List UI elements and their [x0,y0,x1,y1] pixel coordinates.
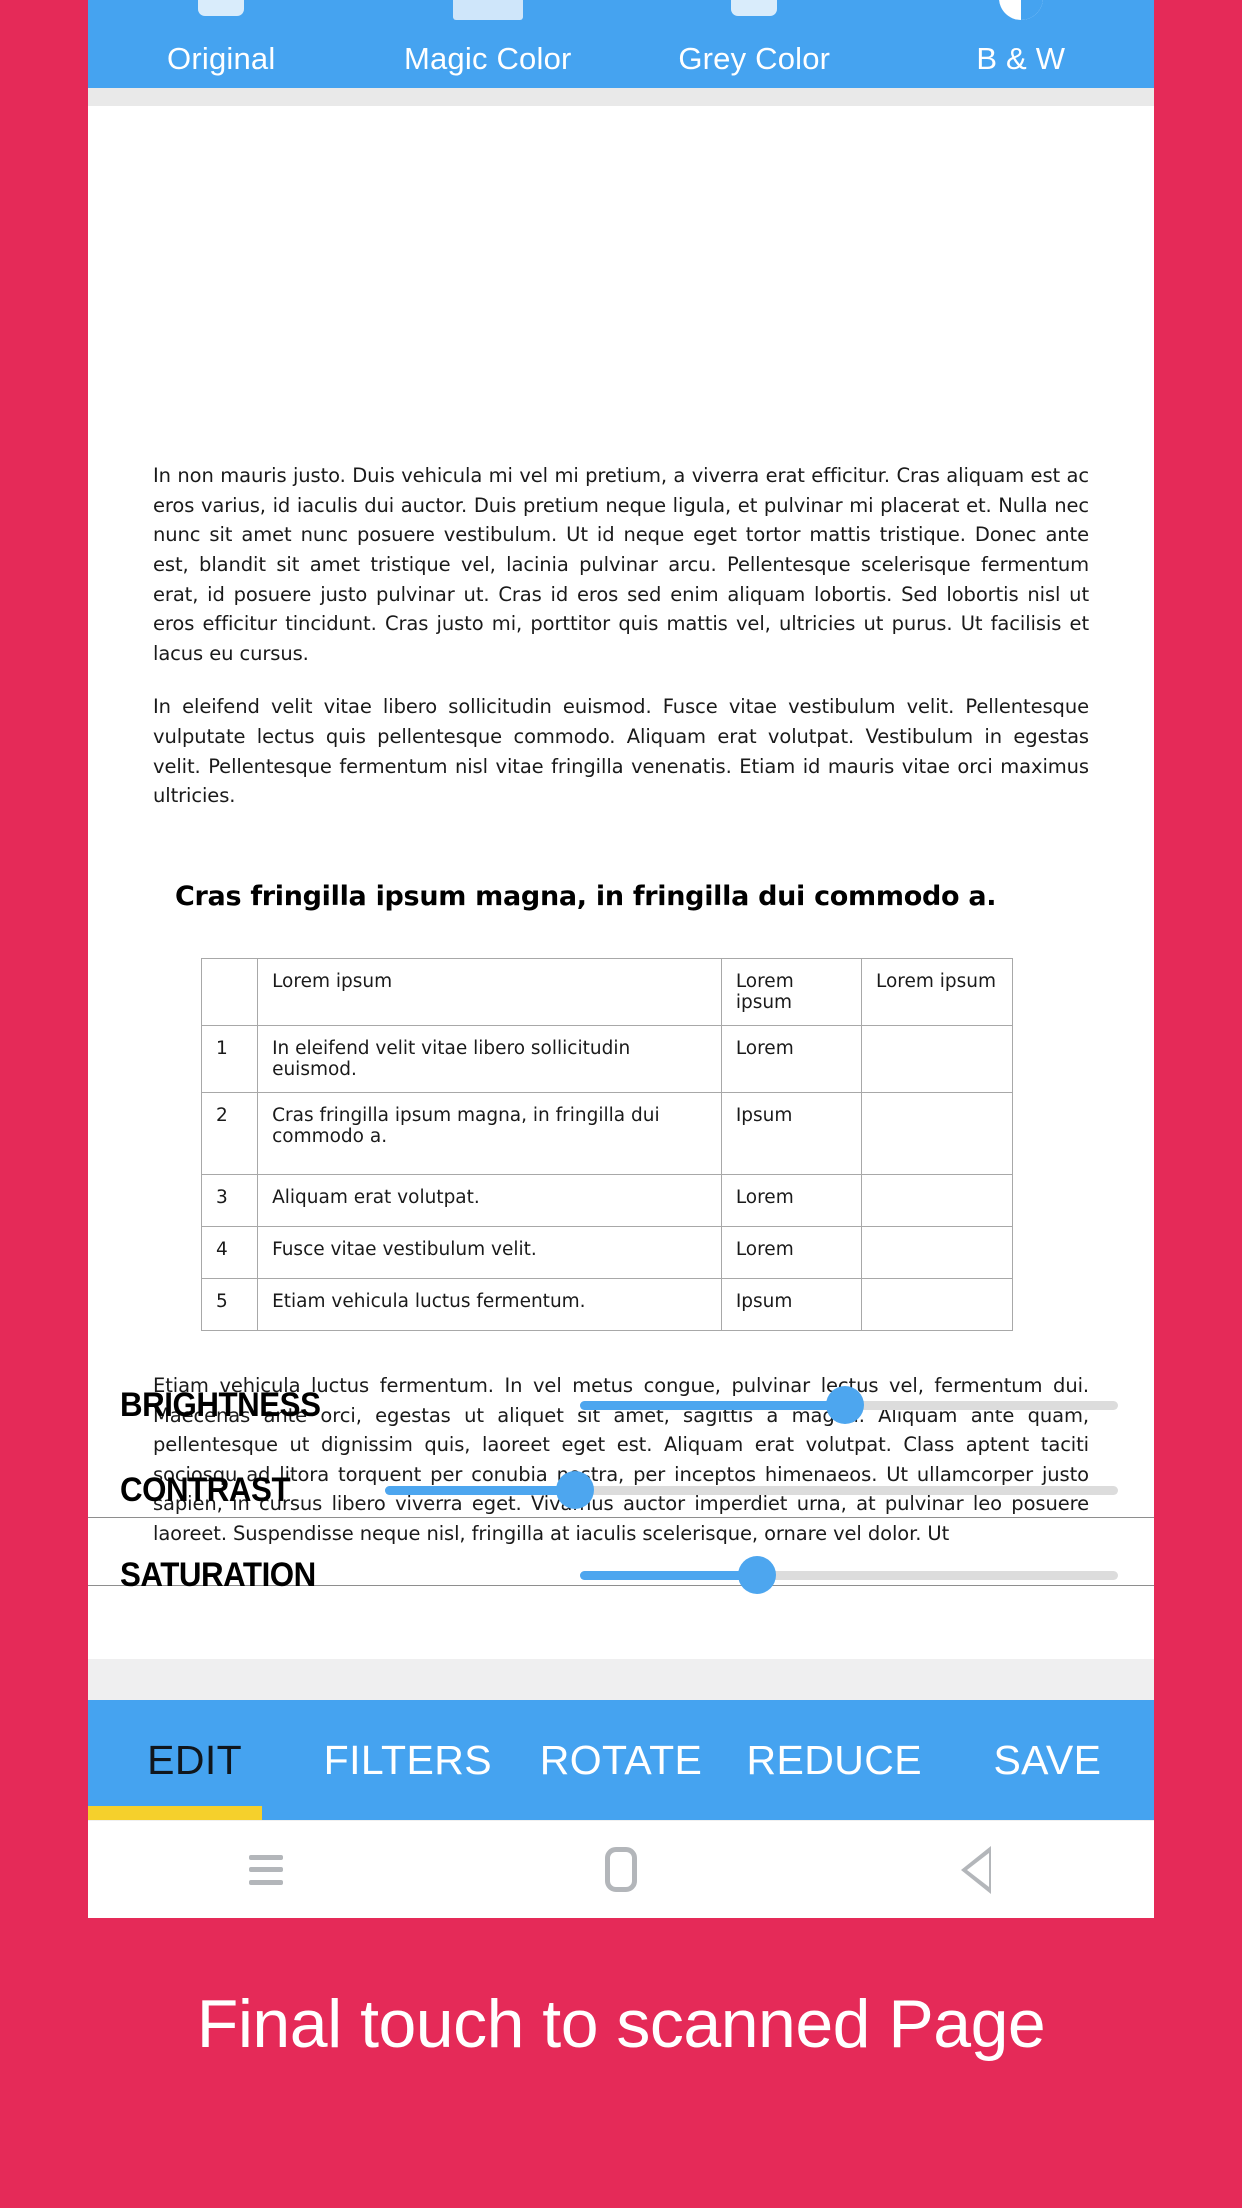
table-cell-c: Lorem [720,1024,863,1093]
table-row: 3 Aliquam erat volutpat. Lorem [200,1173,1013,1227]
image-rounded-icon [198,0,245,16]
filter-tab-original[interactable]: Original [88,0,355,88]
table-row: 5 Etiam vehicula luctus fermentum. Ipsum [200,1277,1013,1331]
filter-tab-magic-color[interactable]: Magic Color [355,0,622,88]
table-cell-d [861,1277,1013,1331]
table-header-cell: Lorem ipsum [257,957,722,1026]
document-paragraph: In eleifend velit vitae libero sollicitu… [153,695,1089,808]
slider-thumb-saturation[interactable] [738,1556,776,1594]
document-paragraph: In non mauris justo. Duis vehicula mi ve… [153,464,1089,665]
table-cell-c: Lorem [720,1173,863,1227]
table-cell-c: Ipsum [720,1277,863,1331]
table-cell-d [861,1225,1013,1279]
slider-brightness[interactable]: BRIGHTNESS [88,1370,1154,1440]
active-tab-indicator [88,1806,262,1820]
table-cell-num: 3 [200,1173,259,1227]
table-cell-c: Lorem [720,1225,863,1279]
table-cell-main: Etiam vehicula luctus fermentum. [257,1277,722,1331]
nav-menu-button[interactable] [206,1821,326,1919]
table-cell-num: 2 [200,1091,259,1175]
nav-home-button[interactable] [561,1821,681,1919]
filter-tab-label: Grey Color [678,41,831,76]
tab-rotate[interactable]: ROTATE [514,1739,727,1781]
nav-back-button[interactable] [916,1821,1036,1919]
slider-label-saturation: SATURATION [120,1556,316,1594]
phone-screen: Original Magic Color Grey Color B & W In… [88,0,1154,1918]
tab-filters[interactable]: FILTERS [301,1739,514,1781]
table-cell-main: Fusce vitae vestibulum velit. [257,1225,722,1279]
table-cell-main: Cras fringilla ipsum magna, in fringilla… [257,1091,722,1175]
slider-label-contrast: CONTRAST [120,1471,291,1509]
filter-tab-label: B & W [976,41,1066,76]
filter-tab-label: Magic Color [403,41,572,76]
table-cell-d [861,1024,1013,1093]
table-row: 4 Fusce vitae vestibulum velit. Lorem [200,1225,1013,1279]
filter-bar-divider [88,88,1154,106]
table-header-cell [200,957,259,1026]
slider-contrast[interactable]: CONTRAST [88,1455,1154,1525]
table-cell-main: In eleifend velit vitae libero sollicitu… [257,1024,722,1093]
document-top-margin [153,106,1089,461]
color-bar-icon [452,0,523,20]
slider-fill [580,1571,757,1580]
table-header-row: Lorem ipsum Lorem ipsum Lorem ipsum [200,957,1013,1026]
table-row: 2 Cras fringilla ipsum magna, in fringil… [200,1091,1013,1175]
half-circle-contrast-icon [998,0,1043,20]
back-icon [961,1845,992,1894]
slider-saturation[interactable]: SATURATION [88,1540,1154,1610]
table-header-cell: Lorem ipsum [861,957,1013,1026]
slider-thumb-brightness[interactable] [826,1386,864,1424]
tab-reduce[interactable]: REDUCE [728,1739,941,1781]
document-heading: Cras fringilla ipsum magna, in fringilla… [175,880,997,912]
filter-tab-bw[interactable]: B & W [888,0,1155,88]
tab-save[interactable]: SAVE [941,1739,1154,1781]
table-cell-num: 4 [200,1225,259,1279]
android-nav-bar [88,1820,1154,1918]
slider-fill [385,1486,575,1495]
grey-card-icon [731,0,778,16]
slider-thumb-contrast[interactable] [556,1471,594,1509]
table-cell-num: 5 [200,1277,259,1331]
filter-tab-label: Original [167,41,276,76]
menu-icon [248,1854,283,1885]
table-cell-c: Ipsum [720,1091,863,1175]
table-cell-num: 1 [200,1024,259,1093]
caption-text: Final touch to scanned Page [196,1986,1046,2062]
table-cell-d [861,1173,1013,1227]
table-cell-main: Aliquam erat volutpat. [257,1173,722,1227]
home-icon [604,1847,637,1892]
tab-edit[interactable]: EDIT [88,1739,301,1781]
filter-tab-grey-color[interactable]: Grey Color [621,0,888,88]
screenshot-root: Original Magic Color Grey Color B & W In… [0,0,1242,2208]
bottom-divider-band [88,1659,1154,1700]
table-header-cell: Lorem ipsum [720,957,863,1026]
action-tab-bar: EDIT FILTERS ROTATE REDUCE SAVE [88,1700,1154,1820]
filter-mode-bar: Original Magic Color Grey Color B & W [88,0,1154,88]
table-row: 1 In eleifend velit vitae libero sollici… [200,1024,1013,1093]
slider-fill [580,1401,845,1410]
document-table: Lorem ipsum Lorem ipsum Lorem ipsum 1 In… [200,957,1013,1331]
table-cell-d [861,1091,1013,1175]
slider-label-brightness: BRIGHTNESS [120,1386,321,1424]
